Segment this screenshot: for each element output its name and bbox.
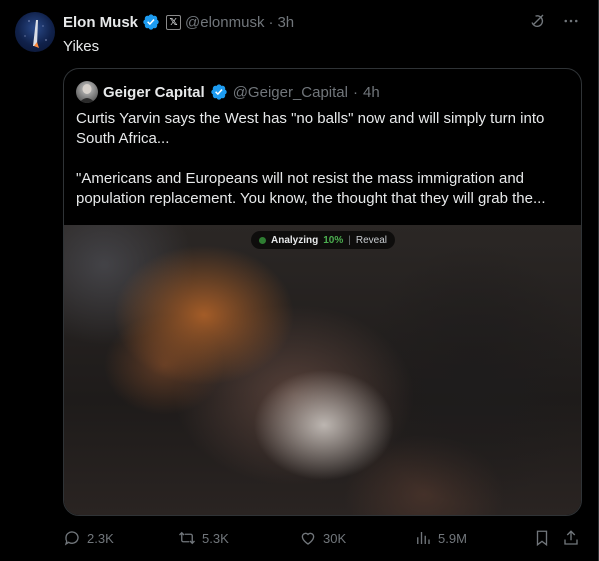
tweet-container[interactable]: Elon Musk 𝕏 @elonmusk · 3h Yikes Geiger … (0, 0, 599, 561)
reveal-button[interactable]: Reveal (356, 235, 387, 246)
reply-count: 2.3K (87, 530, 114, 546)
repost-icon (179, 531, 195, 545)
quoted-avatar[interactable] (76, 81, 98, 103)
analyzing-percent: 10% (323, 234, 344, 246)
x-affiliate-badge-icon: 𝕏 (166, 14, 182, 30)
repost-count: 5.3K (202, 530, 229, 546)
bookmark-button[interactable] (533, 528, 551, 548)
reply-button[interactable]: 2.3K (63, 528, 114, 548)
reply-icon (64, 531, 79, 546)
tweet-text: Yikes (63, 38, 100, 55)
tweet-actions-bar: 2.3K 5.3K 30K 5.9M (63, 528, 583, 548)
like-button[interactable]: 30K (299, 528, 346, 548)
analyzing-label: Analyzing (271, 234, 319, 246)
quoted-text-paragraph: "Americans and Europeans will not resist… (76, 170, 546, 207)
share-button[interactable] (562, 528, 580, 548)
bookmark-icon (536, 530, 548, 547)
status-dot-icon (259, 236, 266, 244)
avatar[interactable] (15, 12, 55, 52)
views-chart-icon (417, 532, 430, 544)
quoted-tweet-time[interactable]: 4h (363, 84, 380, 101)
quoted-author-handle[interactable]: @Geiger_Capital (233, 84, 348, 101)
verified-badge-icon (211, 84, 227, 100)
views-button[interactable]: 5.9M (414, 528, 467, 548)
quoted-tweet-text: Curtis Yarvin says the West has "no ball… (76, 109, 571, 229)
more-icon[interactable] (562, 12, 580, 35)
views-count: 5.9M (438, 530, 467, 546)
heart-icon (301, 532, 315, 545)
quoted-tweet[interactable]: Geiger Capital @Geiger_Capital · 4h Curt… (63, 68, 582, 516)
quoted-tweet-header: Geiger Capital @Geiger_Capital · 4h (76, 81, 380, 103)
dot-separator: · (268, 13, 274, 31)
tweet-header: Elon Musk 𝕏 @elonmusk · 3h (63, 12, 294, 32)
pill-separator: | (348, 234, 351, 246)
tweet-top-actions (528, 12, 580, 35)
author-handle[interactable]: @elonmusk (185, 14, 264, 31)
quoted-author-name[interactable]: Geiger Capital (103, 84, 205, 101)
like-count: 30K (323, 530, 347, 546)
analyzing-status-pill: Analyzing 10% | Reveal (251, 231, 395, 249)
repost-button[interactable]: 5.3K (178, 528, 229, 548)
grok-icon[interactable] (528, 12, 546, 35)
blurred-media[interactable]: Analyzing 10% | Reveal (64, 225, 581, 515)
verified-badge-icon (143, 14, 159, 30)
quoted-text-paragraph: Curtis Yarvin says the West has "no ball… (76, 110, 545, 147)
tweet-time[interactable]: 3h (277, 14, 294, 31)
dot-separator: · (353, 83, 358, 101)
author-name[interactable]: Elon Musk (63, 14, 138, 31)
share-icon (564, 530, 578, 545)
